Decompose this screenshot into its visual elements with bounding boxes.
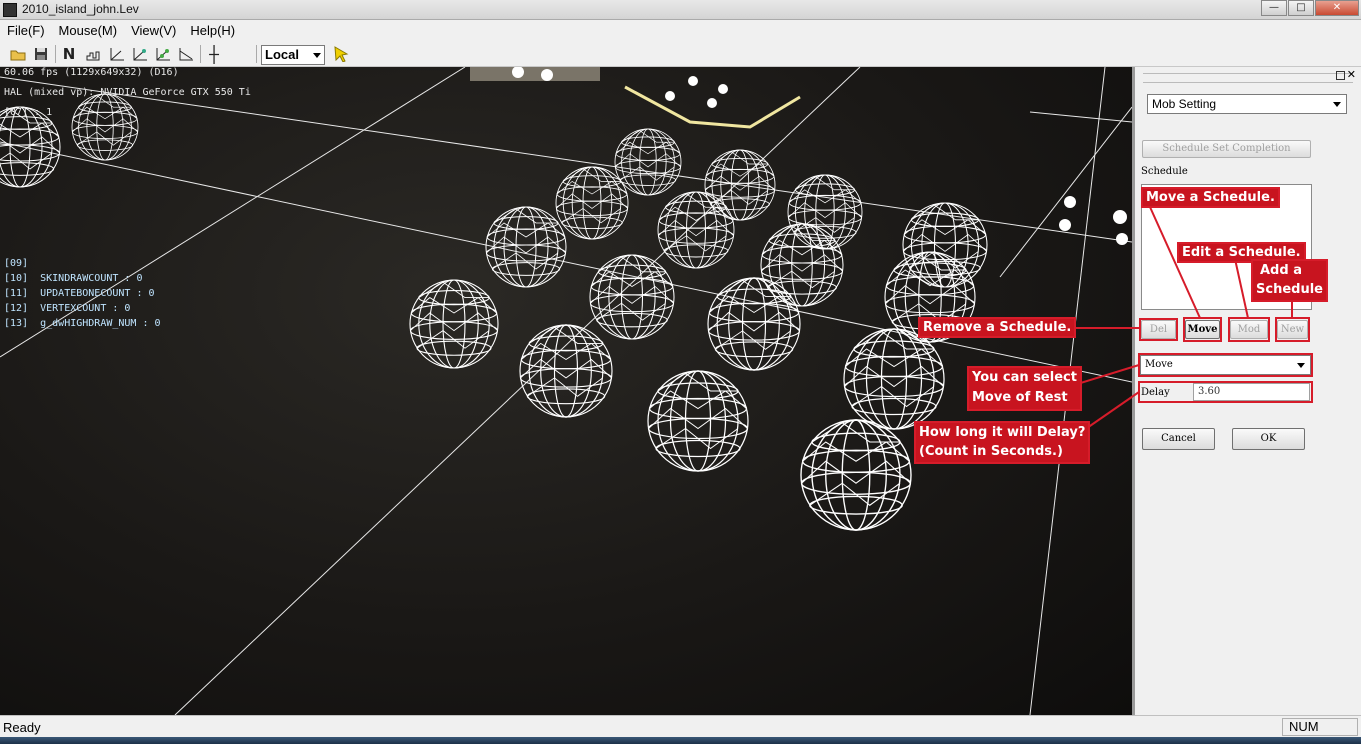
annotation-remove-schedule: Remove a Schedule. — [918, 317, 1077, 338]
annotation-add-schedule: Add a Schedule — [1251, 259, 1328, 302]
terrain-icon[interactable] — [84, 45, 104, 63]
chevron-down-icon — [313, 53, 321, 58]
annotation-add-schedule-line2: Schedule — [1256, 282, 1323, 297]
cursor-icon[interactable] — [332, 45, 352, 63]
window-title: 2010_island_john.Lev — [22, 2, 139, 16]
new-button[interactable]: New — [1277, 320, 1308, 339]
debug-line-3: [07] : 1 — [4, 107, 53, 118]
annotation-delay-line1: How long it will Delay? — [919, 425, 1086, 440]
crosshair-icon[interactable]: ┼ — [204, 45, 224, 64]
cancel-button[interactable]: Cancel — [1142, 428, 1215, 450]
schedule-label: Schedule — [1141, 166, 1188, 177]
schedule-type-select[interactable]: Move — [1140, 355, 1311, 375]
debug-line: [13] g_dwHIGHDRAW_NUM : 0 — [4, 318, 161, 329]
schedule-type-value: Move — [1145, 359, 1173, 370]
open-icon[interactable] — [8, 45, 28, 63]
menu-bar: File(F) Mouse(M) View(V) Help(H) — [0, 20, 1361, 41]
menu-mouse[interactable]: Mouse(M) — [52, 23, 125, 38]
fps-readout: 60.06 fps (1129x649x32) (D16) — [4, 67, 179, 78]
num-lock-indicator: NUM — [1282, 718, 1358, 736]
axis-4-icon[interactable] — [176, 45, 196, 63]
mod-button[interactable]: Mod — [1230, 320, 1268, 339]
chevron-down-icon — [1297, 363, 1305, 368]
3d-viewport[interactable]: 60.06 fps (1129x649x32) (D16) HAL (mixed… — [0, 67, 1132, 715]
mode-select[interactable]: Mob Setting — [1147, 94, 1347, 114]
coordinate-space-value: Local — [265, 47, 299, 62]
schedule-set-completion-button[interactable]: Schedule Set Completion — [1142, 140, 1311, 158]
axis-2-icon[interactable] — [130, 45, 150, 63]
title-bar: 2010_island_john.Lev — □ ✕ — [0, 0, 1361, 20]
debug-line: [09] — [4, 258, 29, 269]
del-button[interactable]: Del — [1141, 320, 1176, 339]
minimize-button[interactable]: — — [1261, 0, 1287, 16]
annotation-select-line2: Move of Rest — [972, 390, 1068, 405]
menu-view[interactable]: View(V) — [124, 23, 183, 38]
toolbar: N ┼ — [0, 41, 1361, 67]
maximize-button[interactable]: □ — [1288, 0, 1314, 16]
annotation-add-schedule-line1: Add a — [1260, 263, 1302, 278]
close-icon[interactable]: ✕ — [1347, 68, 1356, 81]
mode-select-value: Mob Setting — [1152, 97, 1217, 111]
menu-file[interactable]: File(F) — [0, 23, 52, 38]
panel-header — [1143, 73, 1353, 83]
annotation-move-schedule: Move a Schedule. — [1141, 187, 1280, 208]
taskbar — [0, 737, 1361, 744]
move-button[interactable]: Move — [1185, 320, 1220, 339]
annotation-delay-line2: (Count in Seconds.) — [919, 444, 1063, 459]
status-text: Ready — [3, 720, 41, 735]
menu-help[interactable]: Help(H) — [183, 23, 242, 38]
axis-icon[interactable] — [107, 45, 127, 63]
wireframe-scene — [0, 67, 1132, 715]
window-controls: — □ ✕ — [1261, 0, 1359, 18]
chevron-down-icon — [1333, 102, 1341, 107]
axis-3-icon[interactable] — [153, 45, 173, 63]
status-bar: Ready NUM — [0, 715, 1361, 737]
app-icon — [3, 3, 17, 17]
debug-line: [11] UPDATEBONECOUNT : 0 — [4, 288, 155, 299]
device-readout: HAL (mixed vp): NVIDIA GeForce GTX 550 T… — [4, 87, 251, 98]
ok-button[interactable]: OK — [1232, 428, 1305, 450]
annotation-delay: How long it will Delay? (Count in Second… — [914, 421, 1091, 464]
save-icon[interactable] — [31, 45, 51, 63]
coordinate-space-select[interactable]: Local — [261, 45, 325, 65]
annotation-select-line1: You can select — [972, 370, 1077, 385]
pin-icon[interactable] — [1336, 71, 1345, 80]
delay-label: Delay — [1141, 387, 1170, 398]
delay-input[interactable]: 3.60 — [1193, 383, 1310, 401]
debug-line: [12] VERTEXCOUNT : 0 — [4, 303, 131, 314]
close-button[interactable]: ✕ — [1315, 0, 1359, 16]
annotation-select-type: You can select Move of Rest — [967, 366, 1082, 411]
north-icon[interactable]: N — [59, 45, 79, 63]
debug-line: [10] SKINDRAWCOUNT : 0 — [4, 273, 143, 284]
